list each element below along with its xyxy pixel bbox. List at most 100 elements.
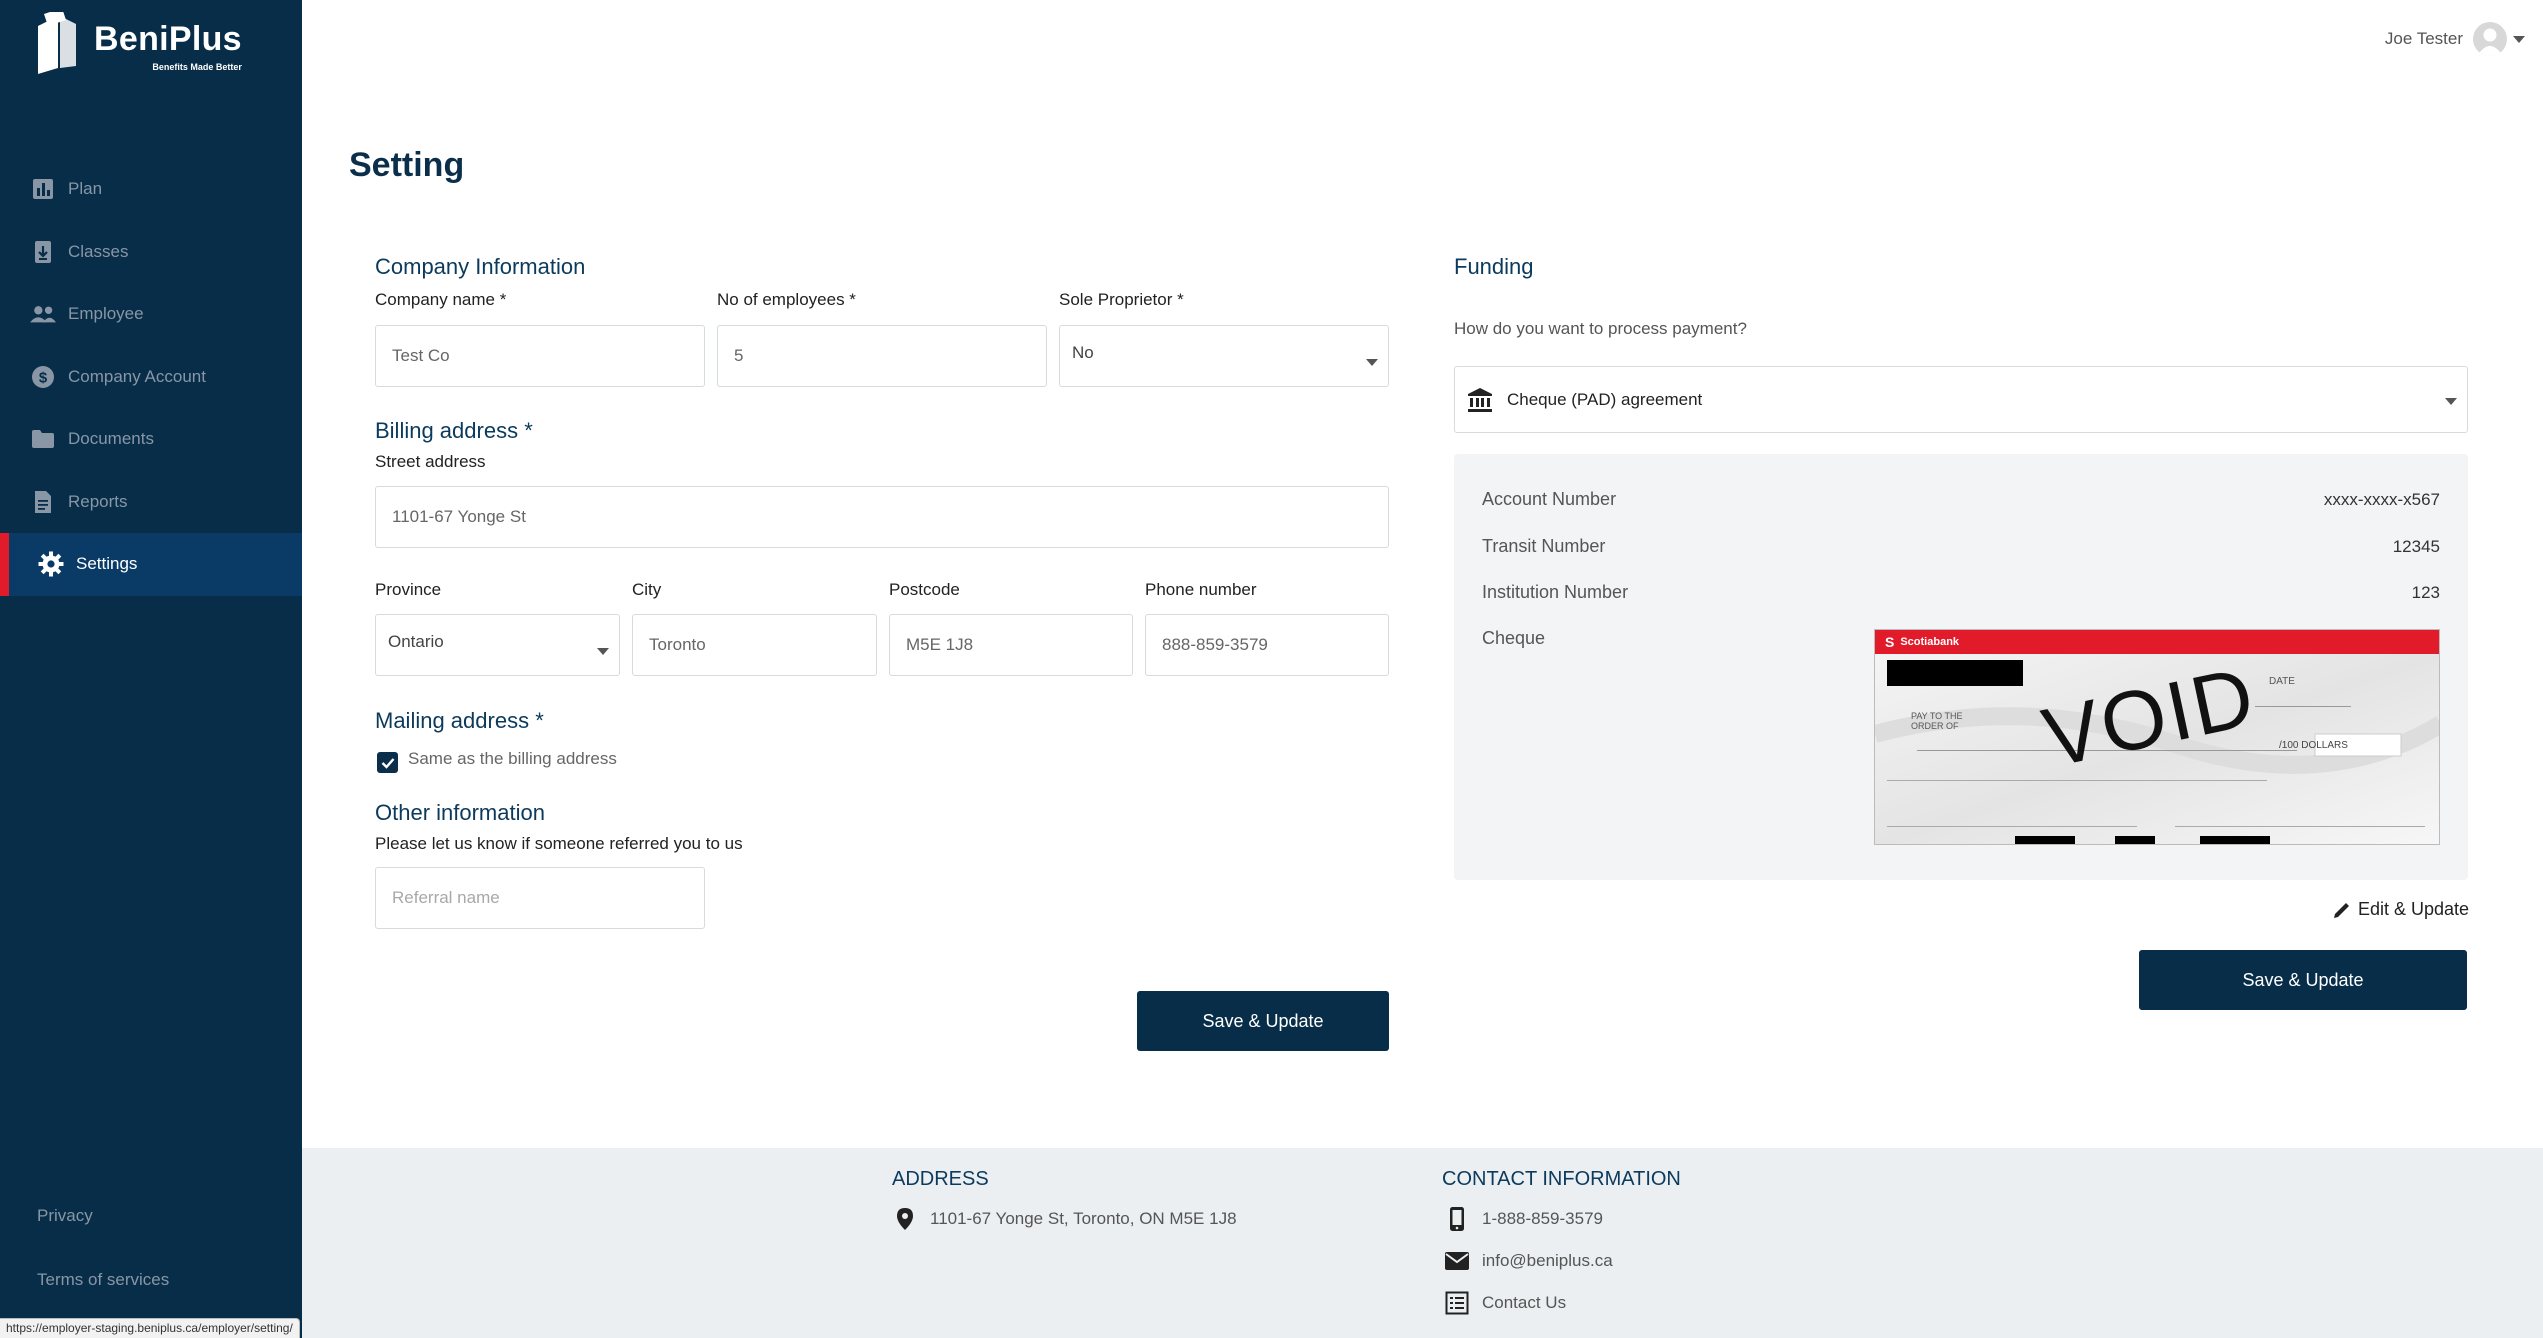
user-menu[interactable]: Joe Tester xyxy=(2385,22,2525,56)
sidebar-item-label: Plan xyxy=(68,179,103,199)
company-name-input[interactable]: Test Co xyxy=(375,325,705,387)
footer-contact-us[interactable]: Contact Us xyxy=(1444,1290,1566,1316)
privacy-link[interactable]: Privacy xyxy=(37,1206,93,1226)
transit-number-label: Transit Number xyxy=(1482,536,1606,556)
browser-status-url: https://employer-staging.beniplus.ca/emp… xyxy=(0,1318,300,1338)
page-title: Setting xyxy=(349,146,465,184)
check-icon xyxy=(381,757,394,769)
brand-logo[interactable]: BeniPlus Benefits Made Better xyxy=(36,12,242,74)
account-number-label: Account Number xyxy=(1482,489,1617,509)
employees-input[interactable]: 5 xyxy=(717,325,1047,387)
sidebar: BeniPlus Benefits Made Better Plan Class… xyxy=(0,0,302,1338)
dollar-circle-icon: $ xyxy=(30,364,56,390)
payment-method-value: Cheque (PAD) agreement xyxy=(1507,389,1703,409)
funding-details-panel: Account Number xxxx-xxxx-x567 Transit Nu… xyxy=(1454,454,2468,880)
chevron-down-icon xyxy=(2513,35,2525,43)
province-select[interactable]: Ontario xyxy=(375,614,620,676)
edit-update-label: Edit & Update xyxy=(2358,899,2470,919)
sole-proprietor-label: Sole Proprietor * xyxy=(1059,290,1184,309)
same-as-billing-checkbox[interactable] xyxy=(377,752,398,773)
postcode-input[interactable]: M5E 1J8 xyxy=(889,614,1133,676)
chevron-down-icon xyxy=(597,648,609,655)
street-address-label: Street address xyxy=(375,452,486,471)
company-save-button[interactable]: Save & Update xyxy=(1137,991,1389,1051)
institution-number-label: Institution Number xyxy=(1482,582,1629,602)
mailing-address-title: Mailing address * xyxy=(375,708,544,733)
svg-text:$: $ xyxy=(39,369,48,386)
chevron-down-icon xyxy=(2445,397,2457,405)
sidebar-item-employee[interactable]: Employee xyxy=(0,283,302,346)
download-doc-icon xyxy=(30,239,56,265)
brand-name: BeniPlus xyxy=(94,20,242,58)
province-value: Ontario xyxy=(388,632,444,651)
footer-contact-us-text: Contact Us xyxy=(1482,1293,1567,1312)
footer-address-text: 1101-67 Yonge St, Toronto, ON M5E 1J8 xyxy=(930,1209,1237,1228)
funding-save-button[interactable]: Save & Update xyxy=(2139,950,2467,1010)
brand-tagline: Benefits Made Better xyxy=(152,62,242,72)
sidebar-item-label: Settings xyxy=(76,554,138,574)
footer-address-title: ADDRESS xyxy=(892,1168,989,1190)
sidebar-item-classes[interactable]: Classes xyxy=(0,221,302,284)
billing-address-title: Billing address * xyxy=(375,418,533,443)
sidebar-item-label: Documents xyxy=(68,429,154,449)
account-number-value: xxxx-xxxx-x567 xyxy=(2323,490,2440,509)
chevron-down-icon xyxy=(1366,359,1378,366)
city-input[interactable]: Toronto xyxy=(632,614,877,676)
same-as-billing-label[interactable]: Same as the billing address xyxy=(408,749,617,769)
envelope-icon xyxy=(1444,1248,1470,1274)
sole-proprietor-value: No xyxy=(1072,343,1094,362)
book-logo-icon xyxy=(38,12,76,74)
map-pin-icon xyxy=(892,1206,918,1232)
sidebar-item-settings[interactable]: Settings xyxy=(0,533,302,596)
company-name-label: Company name * xyxy=(375,290,507,309)
user-name: Joe Tester xyxy=(2384,29,2463,48)
sidebar-item-company-account[interactable]: $ Company Account xyxy=(0,346,302,409)
sidebar-item-documents[interactable]: Documents xyxy=(0,408,302,471)
phone-label: Phone number xyxy=(1145,580,1257,599)
terms-link[interactable]: Terms of services xyxy=(37,1270,169,1290)
sole-proprietor-select[interactable]: No xyxy=(1059,325,1389,387)
bank-icon xyxy=(1468,387,1492,412)
sidebar-item-reports[interactable]: Reports xyxy=(0,471,302,534)
footer-email-text: info@beniplus.ca xyxy=(1482,1251,1613,1270)
other-info-title: Other information xyxy=(375,800,545,825)
sidebar-item-plan[interactable]: Plan xyxy=(0,158,302,221)
footer-email[interactable]: info@beniplus.ca xyxy=(1444,1248,1613,1274)
cheque-date-label: DATE xyxy=(2269,676,2295,687)
phone-input[interactable]: 888-859-3579 xyxy=(1145,614,1389,676)
cheque-dollars-label: /100 DOLLARS xyxy=(2279,740,2348,751)
pencil-icon xyxy=(2334,902,2349,918)
cheque-label: Cheque xyxy=(1482,628,1546,648)
city-label: City xyxy=(632,580,662,599)
postcode-label: Postcode xyxy=(889,580,960,599)
referral-name-input[interactable]: Referral name xyxy=(375,867,705,929)
sidebar-item-label: Reports xyxy=(68,491,128,511)
street-address-input[interactable]: 1101-67 Yonge St xyxy=(375,486,1389,548)
contact-form-icon xyxy=(1444,1290,1470,1316)
footer: ADDRESS 1101-67 Yonge St, Toronto, ON M5… xyxy=(302,1148,2543,1338)
footer-phone[interactable]: 1-888-859-3579 xyxy=(1444,1206,1603,1232)
sidebar-item-label: Company Account xyxy=(68,366,206,386)
avatar-icon xyxy=(2473,22,2507,56)
footer-contact-title: CONTACT INFORMATION xyxy=(1442,1168,1681,1190)
payment-question: How do you want to process payment? xyxy=(1454,319,1747,338)
report-icon xyxy=(30,489,56,515)
cheque-payto-label: PAY TO THE ORDER OF xyxy=(1911,711,1963,731)
phone-icon xyxy=(1444,1206,1470,1232)
payment-method-select[interactable]: Cheque (PAD) agreement xyxy=(1454,366,2468,433)
institution-number-value: 123 xyxy=(2411,583,2440,602)
employees-label: No of employees * xyxy=(717,290,856,309)
bar-chart-icon xyxy=(30,176,56,202)
referral-label: Please let us know if someone referred y… xyxy=(375,834,743,853)
people-icon xyxy=(30,301,56,327)
cheque-bank-name: Scotiabank xyxy=(1900,636,1960,648)
province-label: Province xyxy=(375,580,442,599)
sidebar-nav: Plan Classes Employee $ Company Account … xyxy=(0,158,302,596)
edit-update-link[interactable]: Edit & Update xyxy=(2332,899,2469,920)
funding-title: Funding xyxy=(1454,254,1534,279)
scotiabank-logo-icon: S xyxy=(1885,634,1895,650)
cheque-image: S Scotiabank DATE PAY TO THE ORDER OF /1… xyxy=(1874,629,2440,845)
sidebar-item-label: Classes xyxy=(68,241,129,261)
folder-icon xyxy=(30,426,56,452)
footer-address: 1101-67 Yonge St, Toronto, ON M5E 1J8 xyxy=(892,1206,1237,1232)
